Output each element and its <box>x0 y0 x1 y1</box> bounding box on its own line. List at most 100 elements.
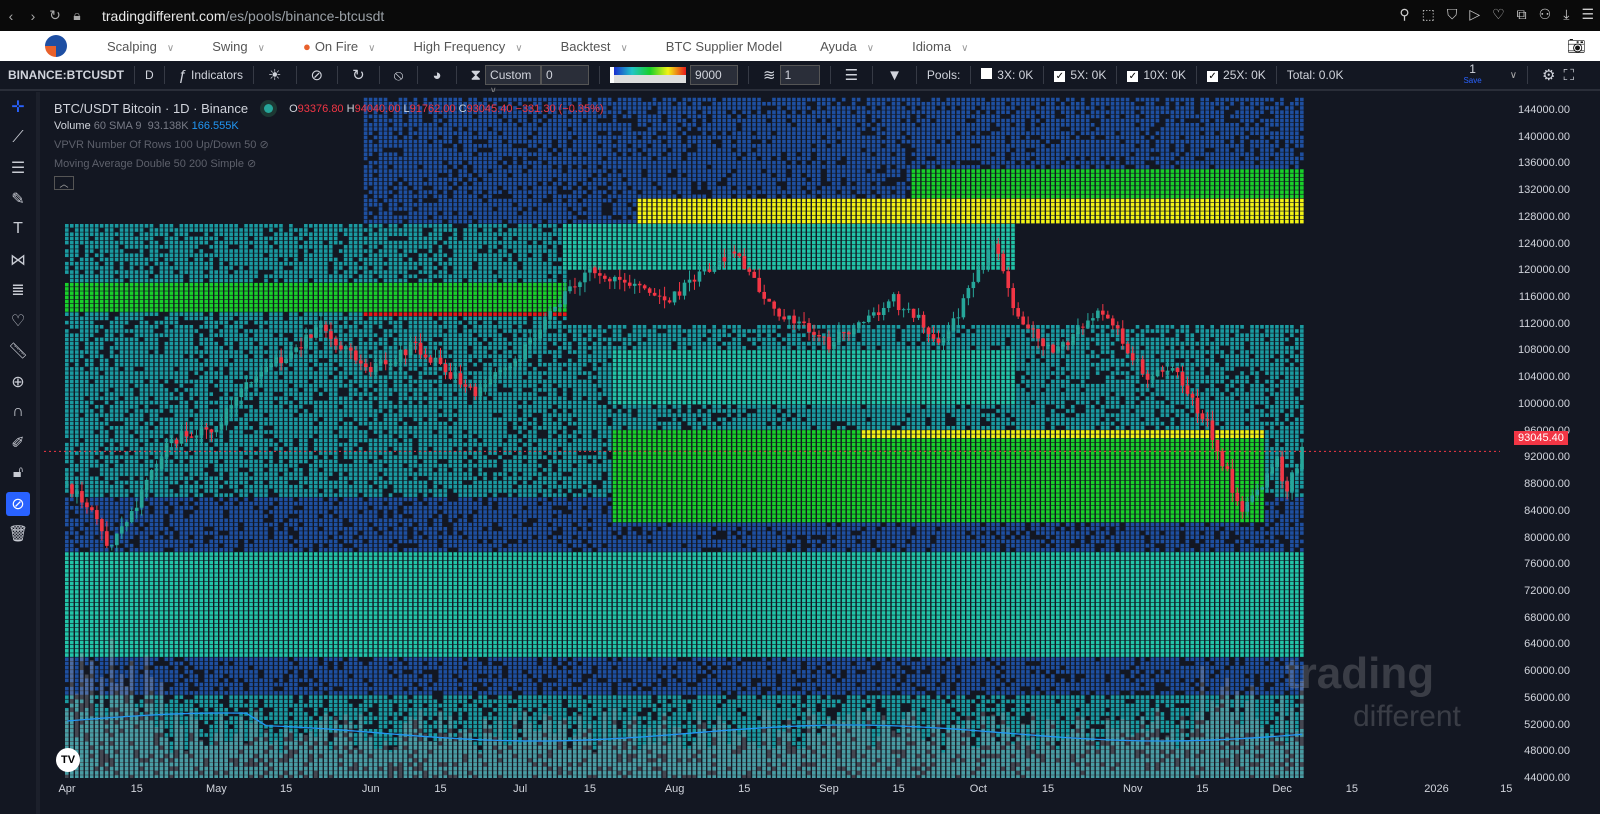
heatmap-cell <box>69 552 74 556</box>
menu-btc-supplier-model[interactable]: BTC Supplier Model <box>666 39 782 54</box>
menu-on-fire[interactable]: ● On Fire ∨ <box>303 39 376 54</box>
shield-icon[interactable]: ⛉ <box>1447 6 1458 23</box>
menu-high-frequency[interactable]: High Frequency ∨ <box>413 39 522 54</box>
heart-icon[interactable]: ♡ <box>1492 6 1505 23</box>
fib-icon[interactable]: ≣ <box>0 275 36 306</box>
heart-icon[interactable]: ♡ <box>0 306 36 337</box>
indicators-button[interactable]: Indicators <box>191 68 243 82</box>
save-layout-button[interactable]: 1 Save <box>1463 63 1481 86</box>
heatmap-cell <box>139 548 144 552</box>
ruler-icon[interactable]: 📏︎ <box>0 336 36 367</box>
checkbox-checked[interactable]: ✓ <box>1054 71 1066 82</box>
pin-icon[interactable]: ⚲ <box>1399 6 1409 23</box>
heatmap-cell <box>129 392 134 396</box>
heatmap-cell <box>124 375 129 380</box>
profile-icon[interactable]: ⚇ <box>1539 6 1552 23</box>
range-mode-select[interactable]: Custom ∨ <box>485 65 542 95</box>
brightness-icon[interactable]: ☀ <box>264 66 285 84</box>
menu-idioma[interactable]: Idioma ∨ <box>912 39 968 54</box>
play-icon[interactable]: ▷ <box>1469 6 1480 23</box>
zoom-in-icon[interactable]: ⊕ <box>0 367 36 398</box>
heatmap-cell <box>134 552 139 556</box>
align-icon[interactable]: ☰ <box>841 66 862 84</box>
magnet-icon[interactable]: ∩ <box>0 397 36 428</box>
settings-icon[interactable]: ⚙ <box>1538 66 1559 84</box>
symbol-button[interactable]: BINANCE:BTCUSDT <box>8 68 124 82</box>
pool-3x[interactable]: 3X: 0K <box>981 68 1033 82</box>
heat-value-input[interactable]: 9000 <box>690 65 739 85</box>
extensions-icon[interactable]: ⧉ <box>1517 6 1527 23</box>
reload-icon[interactable]: ↻ <box>44 7 66 24</box>
heatmap-cell <box>99 552 104 556</box>
text-icon[interactable]: T <box>0 214 36 245</box>
lock-icon[interactable]: 🔓︎ <box>0 458 36 489</box>
filter-icon[interactable]: ▼ <box>883 67 906 84</box>
menu-scalping[interactable]: Scalping ∨ <box>107 39 174 54</box>
hide-icon[interactable]: ⊘ <box>307 66 328 84</box>
layers-input[interactable]: 1 <box>779 65 820 85</box>
checkbox-checked[interactable]: ✓ <box>1127 71 1139 82</box>
palette-icon[interactable]: ◕ <box>428 67 445 84</box>
heatmap-cell <box>264 628 268 632</box>
heatmap-cell <box>139 266 144 270</box>
menu-icon[interactable]: ☰ <box>1581 6 1594 23</box>
menu-ayuda[interactable]: Ayuda ∨ <box>820 39 874 54</box>
checkbox-checked[interactable]: ✓ <box>1207 71 1219 82</box>
chevron-down-icon[interactable]: ∨ <box>1510 70 1517 81</box>
address-bar[interactable]: tradingdifferent.com/es/pools/binance-bt… <box>102 8 384 24</box>
heatmap-cell <box>104 282 109 287</box>
interval-button[interactable]: D <box>145 68 154 82</box>
heatmap-cell <box>184 707 189 712</box>
pool-5x[interactable]: ✓ 5X: 0K <box>1054 68 1106 82</box>
heatmap-cell <box>119 392 124 396</box>
back-icon[interactable]: ‹ <box>0 8 22 24</box>
hide-drawings-icon[interactable]: ⊘ <box>6 491 30 516</box>
pencil-lock-icon[interactable]: ✐ <box>0 428 36 459</box>
pattern-icon[interactable]: ⋈ <box>0 245 36 276</box>
heatmap-cell <box>274 303 278 308</box>
forward-icon[interactable]: › <box>22 8 44 24</box>
menu-backtest[interactable]: Backtest ∨ <box>561 39 628 54</box>
chart-canvas[interactable] <box>44 92 1500 778</box>
color-gradient-slider[interactable] <box>610 67 687 83</box>
horizontal-lines-icon[interactable]: ☰ <box>0 153 36 184</box>
heatmap-cell <box>144 291 149 295</box>
heatmap-cell <box>159 266 164 270</box>
menu-swing[interactable]: Swing ∨ <box>212 39 265 54</box>
heatmap-cell <box>149 670 154 674</box>
heatmap-cell <box>259 691 263 695</box>
heatmap-cell <box>179 505 184 510</box>
range-value-input[interactable]: 0 <box>541 65 590 85</box>
brush-icon[interactable]: ✎ <box>0 184 36 215</box>
heatmap-cell <box>144 463 149 468</box>
heatmap-cell <box>274 695 278 699</box>
fullscreen-icon[interactable]: ⛶ <box>1559 67 1578 84</box>
heatmap-cell <box>264 657 268 662</box>
chart-pane[interactable] <box>44 92 1500 778</box>
heatmap-cell <box>134 573 139 577</box>
checkbox[interactable] <box>981 68 993 79</box>
block-icon[interactable]: ⦸ <box>390 67 408 84</box>
trash-icon[interactable]: 🗑︎ <box>0 519 36 550</box>
heatmap-cell <box>129 299 134 304</box>
pool-25x[interactable]: ✓ 25X: 0K <box>1207 68 1266 82</box>
heatmap-cell <box>204 497 209 502</box>
heatmap-cell <box>244 396 248 401</box>
heatmap-cell <box>74 539 79 544</box>
screenshot-icon[interactable]: ⬚ <box>1422 6 1435 23</box>
heatmap-cell <box>159 569 164 573</box>
heatmap-cell <box>109 333 114 338</box>
site-logo[interactable] <box>45 35 67 57</box>
camera-icon[interactable]: 📷︎ <box>1567 37 1586 55</box>
pool-10x[interactable]: ✓ 10X: 0K <box>1127 68 1186 82</box>
trendline-icon[interactable]: ⟋ <box>0 123 36 154</box>
heatmap-cell <box>94 497 99 502</box>
refresh-icon[interactable]: ↻ <box>348 66 369 84</box>
heatmap-cell <box>79 308 84 312</box>
crosshair-icon[interactable]: ✛ <box>0 92 36 123</box>
heatmap-cell <box>79 388 84 392</box>
heatmap-cell <box>169 308 174 312</box>
download-icon[interactable]: ⤓ <box>1563 6 1569 23</box>
heatmap-cell <box>169 497 174 502</box>
heatmap-cell <box>184 228 189 232</box>
